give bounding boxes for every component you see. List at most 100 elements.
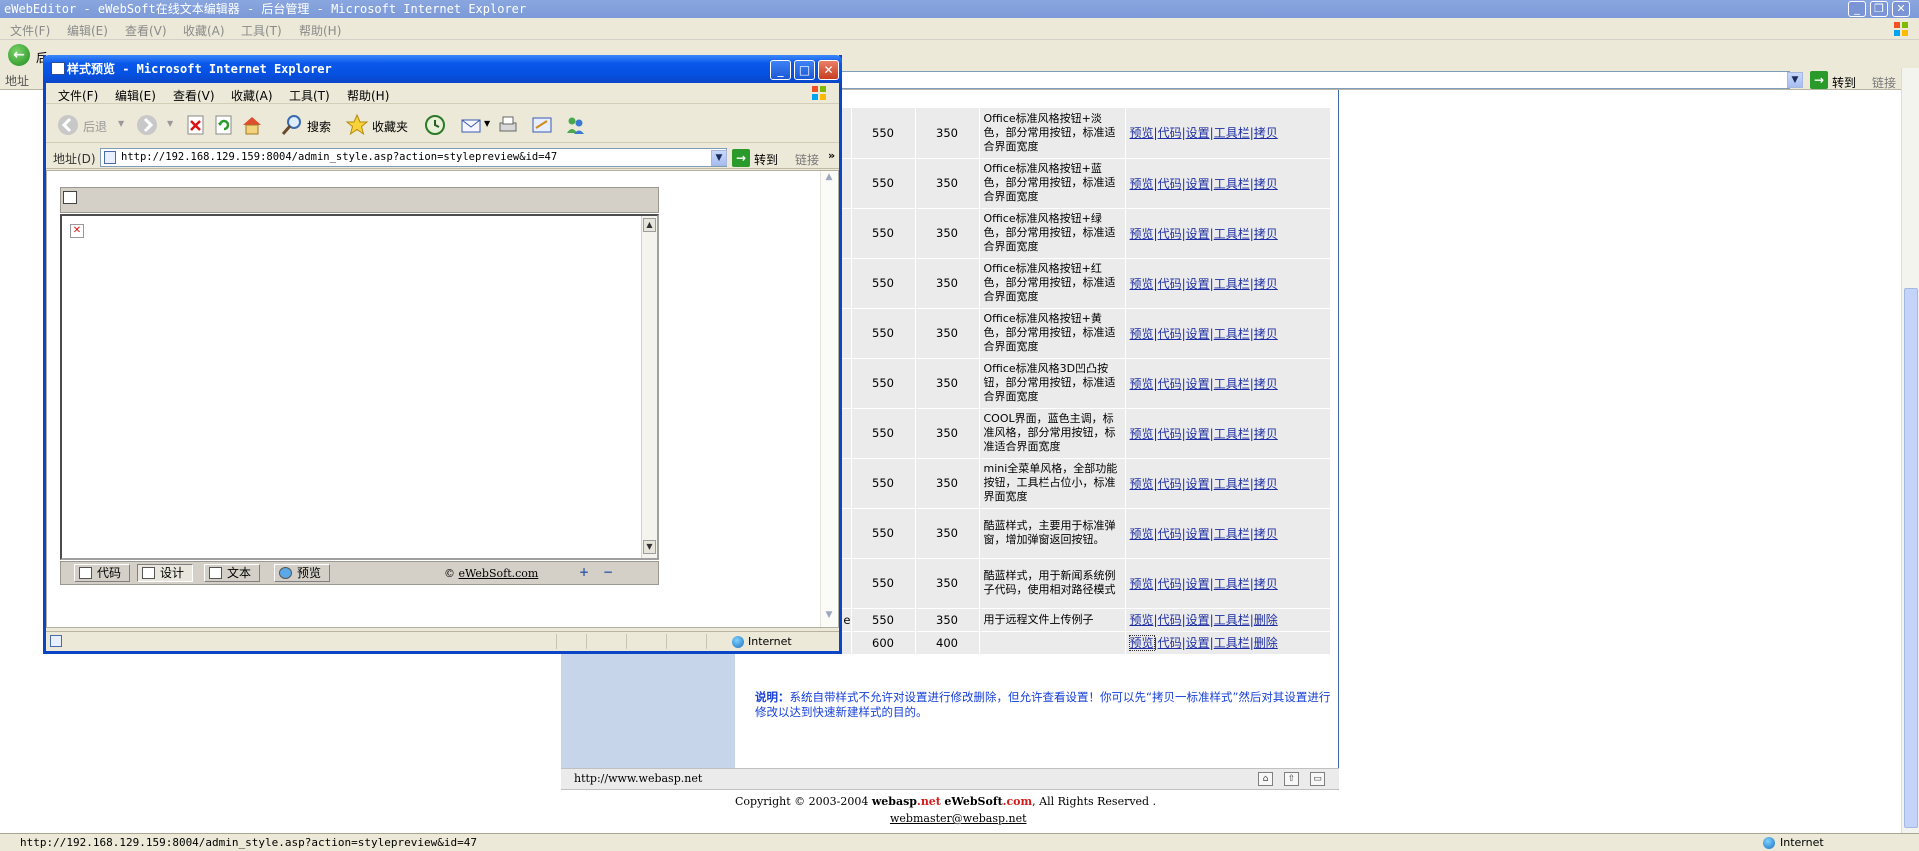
popup-links-chevron-icon[interactable]: » (828, 149, 835, 162)
popup-address-dropdown-icon[interactable]: ▼ (711, 150, 727, 166)
preview-link[interactable]: 预览 (1130, 327, 1154, 341)
popup-edit-icon[interactable] (530, 113, 554, 137)
preview-link[interactable]: 预览 (1130, 427, 1154, 441)
popup-menu-edit[interactable]: 编辑(E) (115, 87, 156, 104)
home-icon[interactable]: ⌂ (1258, 772, 1273, 786)
copy-link[interactable]: 拷贝 (1254, 227, 1278, 241)
settings-link[interactable]: 设置 (1186, 636, 1210, 650)
restore-button[interactable]: ❐ (1870, 1, 1888, 17)
code-link[interactable]: 代码 (1158, 327, 1182, 341)
preview-link[interactable]: 预览 (1128, 635, 1155, 651)
popup-close-button[interactable]: ✕ (818, 60, 839, 80)
popup-mail-dropdown-icon[interactable]: ▼ (484, 119, 490, 128)
address-dropdown-icon[interactable]: ▼ (1787, 72, 1803, 88)
settings-link[interactable]: 设置 (1186, 477, 1210, 491)
window-icon[interactable]: ▭ (1310, 772, 1325, 786)
toolbar-link[interactable]: 工具栏 (1214, 227, 1250, 241)
links-button[interactable]: 链接 (1872, 74, 1896, 91)
toolbar-link[interactable]: 工具栏 (1214, 327, 1250, 341)
settings-link[interactable]: 设置 (1186, 227, 1210, 241)
settings-link[interactable]: 设置 (1186, 527, 1210, 541)
editor-image-icon[interactable] (63, 191, 77, 204)
settings-link[interactable]: 设置 (1186, 427, 1210, 441)
menu-tools[interactable]: 工具(T) (241, 22, 282, 39)
editor-copyright-link[interactable]: eWebSoft.com (459, 567, 539, 580)
settings-link[interactable]: 设置 (1186, 126, 1210, 140)
preview-link[interactable]: 预览 (1130, 527, 1154, 541)
popup-links-button[interactable]: 链接 (795, 151, 819, 168)
popup-menu-help[interactable]: 帮助(H) (347, 87, 389, 104)
popup-menu-view[interactable]: 查看(V) (173, 87, 215, 104)
preview-link[interactable]: 预览 (1130, 477, 1154, 491)
popup-menu-favorites[interactable]: 收藏(A) (231, 87, 273, 104)
go-arrow-icon[interactable]: → (1810, 71, 1828, 89)
preview-link[interactable]: 预览 (1130, 277, 1154, 291)
popup-home-icon[interactable] (240, 113, 264, 137)
preview-link[interactable]: 预览 (1130, 227, 1154, 241)
popup-menu-tools[interactable]: 工具(T) (289, 87, 330, 104)
popup-stop-icon[interactable] (184, 113, 208, 137)
toolbar-link[interactable]: 工具栏 (1214, 277, 1250, 291)
copy-link[interactable]: 拷贝 (1254, 477, 1278, 491)
code-link[interactable]: 代码 (1158, 177, 1182, 191)
popup-minimize-button[interactable]: _ (770, 60, 791, 80)
menu-file[interactable]: 文件(F) (10, 22, 50, 39)
popup-print-icon[interactable] (496, 113, 520, 137)
popup-maximize-button[interactable]: □ (794, 60, 815, 80)
copy-link[interactable]: 拷贝 (1254, 427, 1278, 441)
toolbar-link[interactable]: 工具栏 (1214, 577, 1250, 591)
toolbar-link[interactable]: 工具栏 (1214, 527, 1250, 541)
popup-go-arrow-icon[interactable]: → (732, 149, 750, 167)
code-link[interactable]: 代码 (1158, 613, 1182, 627)
delete-link[interactable]: 删除 (1254, 636, 1278, 650)
settings-link[interactable]: 设置 (1186, 327, 1210, 341)
popup-back-dropdown-icon[interactable]: ▼ (118, 119, 124, 128)
editor-vertical-scrollbar[interactable]: ▲ ▼ (641, 216, 657, 558)
minimize-button[interactable]: _ (1848, 1, 1866, 17)
preview-link[interactable]: 预览 (1130, 377, 1154, 391)
preview-link[interactable]: 预览 (1130, 577, 1154, 591)
go-button[interactable]: 转到 (1832, 74, 1856, 91)
popup-back-label[interactable]: 后退 (83, 118, 107, 135)
tab-text[interactable]: 文本 (204, 564, 260, 582)
popup-forward-icon[interactable] (135, 113, 159, 137)
settings-link[interactable]: 设置 (1186, 577, 1210, 591)
settings-link[interactable]: 设置 (1186, 613, 1210, 627)
popup-menu-file[interactable]: 文件(F) (58, 87, 98, 104)
back-arrow-icon[interactable]: ← (8, 44, 30, 66)
code-link[interactable]: 代码 (1158, 427, 1182, 441)
delete-link[interactable]: 删除 (1254, 613, 1278, 627)
toolbar-link[interactable]: 工具栏 (1214, 613, 1250, 627)
code-link[interactable]: 代码 (1158, 477, 1182, 491)
scroll-thumb[interactable] (1904, 288, 1918, 828)
copy-link[interactable]: 拷贝 (1254, 577, 1278, 591)
tab-preview[interactable]: 预览 (274, 564, 330, 582)
close-button[interactable]: ✕ (1892, 1, 1910, 17)
code-link[interactable]: 代码 (1158, 126, 1182, 140)
preview-link[interactable]: 预览 (1130, 177, 1154, 191)
toolbar-link[interactable]: 工具栏 (1214, 427, 1250, 441)
editor-enlarge-icon[interactable]: + (577, 566, 591, 580)
code-link[interactable]: 代码 (1158, 577, 1182, 591)
copy-link[interactable]: 拷贝 (1254, 126, 1278, 140)
preview-link[interactable]: 预览 (1130, 126, 1154, 140)
editor-content-area[interactable] (60, 214, 659, 560)
popup-search-label[interactable]: 搜索 (307, 118, 331, 135)
settings-link[interactable]: 设置 (1186, 177, 1210, 191)
main-address-input[interactable] (688, 71, 1790, 89)
popup-refresh-icon[interactable] (212, 113, 236, 137)
preview-link[interactable]: 预览 (1130, 613, 1154, 627)
menu-view[interactable]: 查看(V) (125, 22, 167, 39)
popup-vertical-scrollbar[interactable]: ▲ ▼ (820, 171, 837, 627)
code-link[interactable]: 代码 (1158, 527, 1182, 541)
code-link[interactable]: 代码 (1158, 636, 1182, 650)
copy-link[interactable]: 拷贝 (1254, 527, 1278, 541)
footer-url[interactable]: http://www.webasp.net (574, 772, 702, 785)
settings-link[interactable]: 设置 (1186, 277, 1210, 291)
toolbar-link[interactable]: 工具栏 (1214, 126, 1250, 140)
popup-forward-dropdown-icon[interactable]: ▼ (167, 119, 173, 128)
code-link[interactable]: 代码 (1158, 277, 1182, 291)
toolbar-link[interactable]: 工具栏 (1214, 177, 1250, 191)
popup-scroll-up-icon[interactable]: ▲ (822, 172, 836, 187)
popup-favorites-icon[interactable] (345, 113, 369, 137)
